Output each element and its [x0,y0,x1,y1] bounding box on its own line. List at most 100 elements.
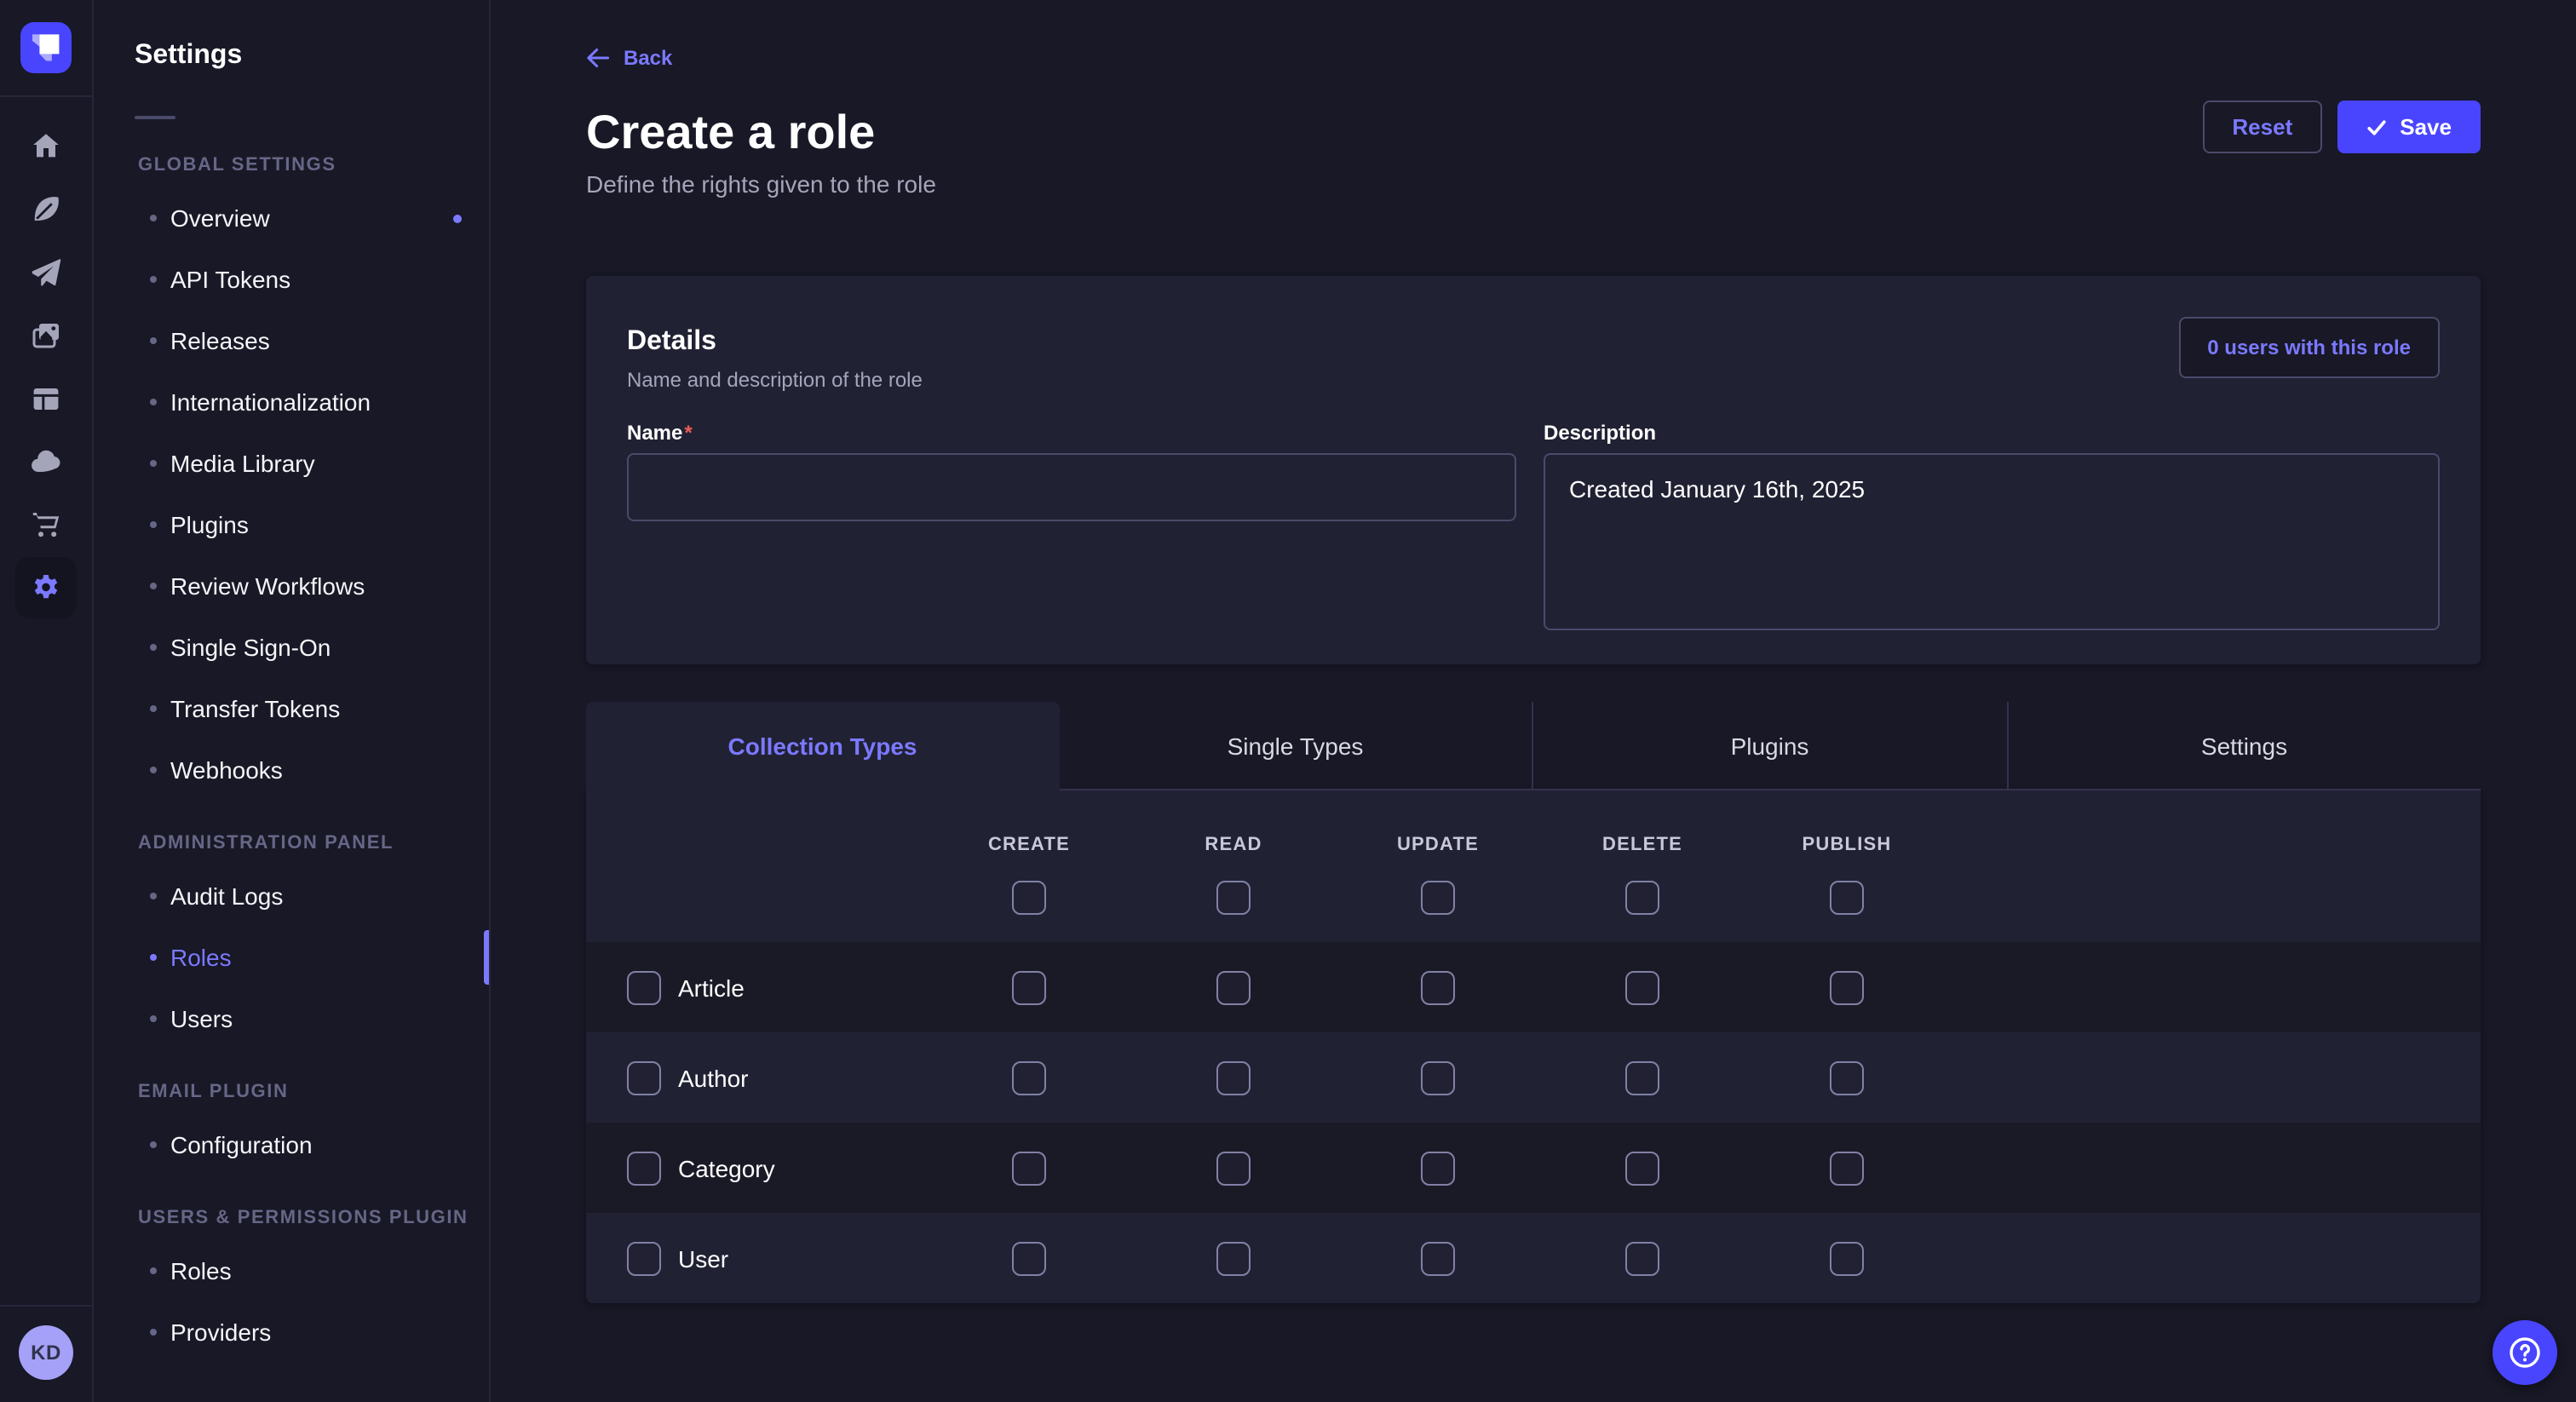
avatar[interactable]: KD [19,1325,73,1380]
select-all-update-checkbox[interactable] [1421,881,1455,915]
author-create-checkbox[interactable] [1012,1060,1046,1095]
category-delete-checkbox[interactable] [1625,1151,1659,1185]
category-read-checkbox[interactable] [1216,1151,1251,1185]
rail-item-paper-plane[interactable] [0,240,93,303]
sidebar-title-divider [135,116,175,119]
user-read-checkbox[interactable] [1216,1241,1251,1275]
permission-row-user: User [586,1213,2481,1303]
category-create-checkbox[interactable] [1012,1151,1046,1185]
sidebar-item-global-settings-review-workflows[interactable]: Review Workflows [94,559,489,613]
column-selectall-read [1131,881,1336,915]
article-create-checkbox[interactable] [1012,970,1046,1004]
rail-icons [0,97,92,618]
sidebar-item-global-settings-transfer-tokens[interactable]: Transfer Tokens [94,681,489,736]
select-all-delete-checkbox[interactable] [1625,881,1659,915]
rail-item-media-library[interactable] [0,303,93,366]
sidebar-item-global-settings-overview[interactable]: Overview [94,191,489,245]
notification-dot [453,214,462,222]
category-publish-checkbox[interactable] [1830,1151,1864,1185]
sidebar-item-label: API Tokens [170,266,290,293]
user-delete-checkbox[interactable] [1625,1241,1659,1275]
sidebar-item-label: Roles [170,944,232,971]
rail-item-home[interactable] [0,114,93,177]
active-item-indicator [484,930,489,985]
sidebar-item-administration-panel-roles[interactable]: Roles [94,930,489,985]
rail-bottom-section: KD [0,1305,92,1402]
tab-plugins[interactable]: Plugins [1532,702,2006,790]
author-delete-checkbox[interactable] [1625,1060,1659,1095]
rail-item-cloud[interactable] [0,429,93,492]
media-library-icon [29,318,63,352]
cell-category-read [1131,1151,1336,1185]
author-select-checkbox[interactable] [627,1060,661,1095]
author-update-checkbox[interactable] [1421,1060,1455,1095]
sidebar-item-global-settings-internationalization[interactable]: Internationalization [94,375,489,429]
user-create-checkbox[interactable] [1012,1241,1046,1275]
strapi-admin-app: KD Settings GLOBAL SETTINGSOverviewAPI T… [0,0,2576,1402]
category-update-checkbox[interactable] [1421,1151,1455,1185]
rail-item-cart[interactable] [0,492,93,555]
rail-item-feather[interactable] [0,177,93,240]
user-publish-checkbox[interactable] [1830,1241,1864,1275]
permissions-section: Collection TypesSingle TypesPluginsSetti… [586,702,2481,1303]
cell-category-create [927,1151,1131,1185]
user-update-checkbox[interactable] [1421,1241,1455,1275]
category-select-checkbox[interactable] [627,1151,661,1185]
gear-icon [29,570,63,604]
strapi-logo[interactable] [20,22,72,73]
article-publish-checkbox[interactable] [1830,970,1864,1004]
bullet-icon [150,276,157,283]
sidebar-item-global-settings-single-sign-on[interactable]: Single Sign-On [94,620,489,675]
sidebar-item-label: Webhooks [170,756,283,784]
sidebar-item-email-plugin-configuration[interactable]: Configuration [94,1118,489,1172]
arrow-left-icon [586,46,610,70]
reset-button[interactable]: Reset [2203,101,2321,153]
article-delete-checkbox[interactable] [1625,970,1659,1004]
rail-item-gear[interactable] [0,555,93,618]
sidebar-item-global-settings-plugins[interactable]: Plugins [94,497,489,552]
description-label: Description [1544,421,2440,445]
sidebar-item-label: Releases [170,327,270,354]
article-read-checkbox[interactable] [1216,970,1251,1004]
tab-settings[interactable]: Settings [2006,702,2481,790]
user-select-checkbox[interactable] [627,1241,661,1275]
sidebar-item-global-settings-webhooks[interactable]: Webhooks [94,743,489,797]
article-update-checkbox[interactable] [1421,970,1455,1004]
check-icon [2366,117,2386,137]
author-read-checkbox[interactable] [1216,1060,1251,1095]
author-publish-checkbox[interactable] [1830,1060,1864,1095]
sidebar-item-administration-panel-users[interactable]: Users [94,991,489,1046]
tab-collection-types[interactable]: Collection Types [586,702,1059,790]
select-all-create-checkbox[interactable] [1012,881,1046,915]
sidebar-item-administration-panel-audit-logs[interactable]: Audit Logs [94,869,489,923]
tab-single-types[interactable]: Single Types [1059,702,1532,790]
sidebar-item-users-permissions-plugin-roles[interactable]: Roles [94,1244,489,1298]
question-mark-icon [2506,1334,2544,1371]
article-select-checkbox[interactable] [627,970,661,1004]
select-all-read-checkbox[interactable] [1216,881,1251,915]
name-input[interactable] [627,453,1516,521]
sidebar-item-label: Audit Logs [170,882,283,910]
cell-user-update [1336,1241,1540,1275]
column-header-create: CREATE [927,835,1131,857]
select-all-publish-checkbox[interactable] [1830,881,1864,915]
save-button[interactable]: Save [2337,101,2481,153]
rail-item-layout-panel[interactable] [0,366,93,429]
sidebar-item-global-settings-releases[interactable]: Releases [94,313,489,368]
back-link[interactable]: Back [586,46,672,70]
sidebar-item-users-permissions-plugin-providers[interactable]: Providers [94,1305,489,1359]
sidebar-item-global-settings-media-library[interactable]: Media Library [94,436,489,491]
column-label: PUBLISH [1803,835,1892,857]
description-textarea[interactable]: Created January 16th, 2025 [1544,453,2440,630]
sidebar-item-global-settings-api-tokens[interactable]: API Tokens [94,252,489,307]
column-selectall-publish [1745,881,1949,915]
column-label: UPDATE [1397,835,1479,857]
column-header-update: UPDATE [1336,835,1540,857]
column-selectall-delete [1540,881,1745,915]
header-lead-spacer [586,881,927,915]
users-with-role-button[interactable]: 0 users with this role [2178,317,2440,378]
permission-row-category: Category [586,1123,2481,1213]
row-label: Article [678,974,745,1001]
paper-plane-icon [29,255,63,289]
help-button[interactable] [2493,1320,2557,1385]
